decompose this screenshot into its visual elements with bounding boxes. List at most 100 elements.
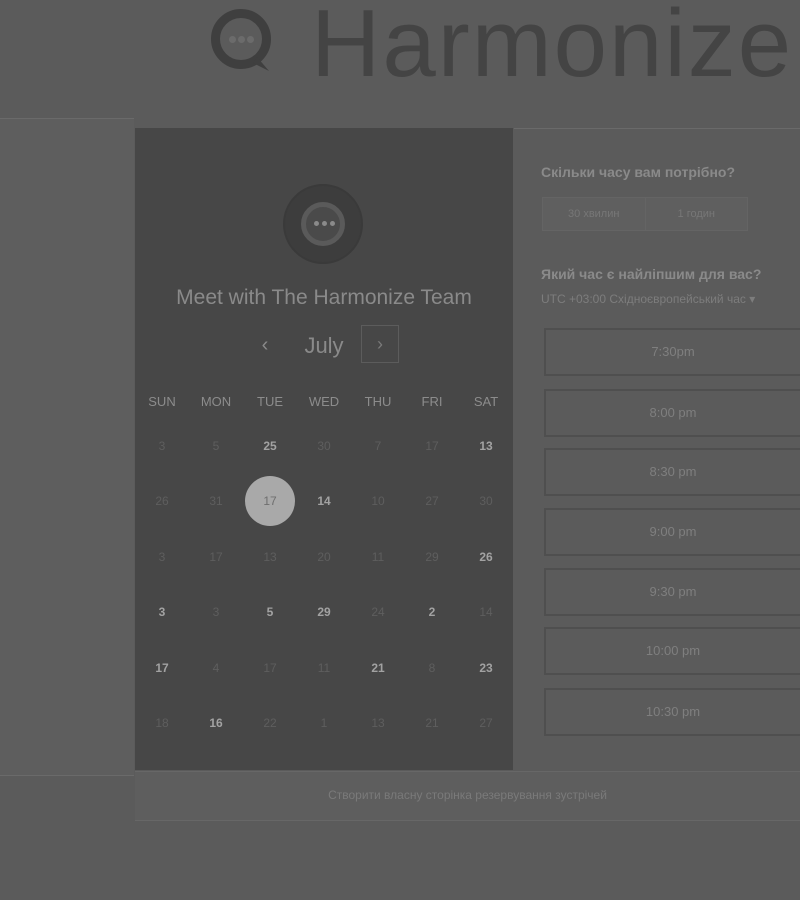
calendar-day: 11 (351, 532, 405, 582)
calendar-day: 7 (351, 421, 405, 471)
calendar-day[interactable]: 25 (243, 421, 297, 471)
calendar-day-number: 8 (428, 660, 436, 675)
calendar-day-number: 24 (371, 605, 385, 620)
previous-month-button[interactable]: ‹ (251, 331, 279, 359)
calendar-day-number: 25 (263, 438, 277, 453)
calendar-day-number: 16 (209, 716, 223, 731)
calendar-day-number: 23 (479, 660, 493, 675)
brand-name: Harmonize (311, 0, 794, 97)
calendar-day: 10 (351, 476, 405, 526)
calendar-week-row: 3 3 5 29 24 2 14 (135, 585, 513, 641)
calendar-day-number: 26 (155, 494, 169, 509)
calendar-day-number: 13 (263, 549, 277, 564)
calendar-day[interactable]: 3 (135, 587, 189, 637)
calendar-day: 27 (459, 698, 513, 748)
calendar-day: 22 (243, 698, 297, 748)
calendar-day: 29 (405, 532, 459, 582)
calendar-day-number: 26 (479, 549, 493, 564)
calendar-day[interactable]: 5 (243, 587, 297, 637)
calendar-day-number: 17 (209, 549, 223, 564)
calendar-day[interactable]: 14 (297, 476, 351, 526)
calendar-day-number: 17 (263, 494, 277, 509)
calendar-day: 20 (297, 532, 351, 582)
time-slot-button[interactable]: 9:30 pm (544, 568, 800, 616)
calendar-day-number: 20 (317, 549, 331, 564)
duration-option-1-hour[interactable]: 1 годин (644, 198, 748, 230)
month-label: July (304, 333, 344, 358)
left-background-strip (0, 118, 134, 776)
calendar-day: 17 (243, 643, 297, 693)
duration-selector: 30 хвилин 1 годин (542, 197, 748, 231)
calendar-day[interactable]: 26 (459, 532, 513, 582)
time-slot-button[interactable]: 10:00 pm (544, 627, 800, 675)
calendar-day-number: 29 (317, 605, 331, 620)
calendar-day-number: 31 (209, 494, 223, 509)
footer-bar: Створити власну сторінка резервування зу… (135, 771, 800, 821)
calendar-day-number: 11 (317, 660, 331, 675)
calendar-day-number: 3 (158, 438, 166, 453)
calendar-day-number: 10 (371, 494, 385, 509)
calendar-day: 21 (405, 698, 459, 748)
calendar-day-number: 17 (263, 660, 277, 675)
duration-question: Скільки часу вам потрібно? (541, 164, 736, 180)
meeting-title: Meet with The Harmonize Team (176, 286, 472, 309)
time-slot-button[interactable]: 8:30 pm (544, 448, 800, 496)
calendar-day-number: 3 (158, 605, 166, 620)
calendar-day[interactable]: 21 (351, 643, 405, 693)
weekday-header: SUN MON TUE WED THU FRI SAT (135, 394, 513, 409)
calendar-day: 3 (135, 421, 189, 471)
calendar-day-number: 27 (479, 716, 493, 731)
calendar-day: 3 (189, 587, 243, 637)
calendar-day: 11 (297, 643, 351, 693)
calendar-day[interactable]: 16 (189, 698, 243, 748)
weekday-label: TUE (257, 394, 283, 409)
calendar-day-number: 11 (371, 549, 385, 564)
duration-option-30-min[interactable]: 30 хвилин (543, 198, 645, 230)
calendar-day-number: 18 (155, 716, 169, 731)
weekday-label: MON (200, 394, 232, 409)
time-slot-button[interactable]: 7:30pm (544, 328, 800, 376)
weekday-label: WED (308, 394, 340, 409)
calendar-day: 8 (405, 643, 459, 693)
time-slot-button[interactable]: 8:00 pm (544, 389, 800, 437)
calendar-day-number: 21 (425, 716, 439, 731)
calendar-day-number: 21 (371, 660, 385, 675)
calendar-day-number: 17 (155, 660, 169, 675)
calendar-week-row: 17 4 17 11 21 8 23 (135, 640, 513, 696)
calendar-day-number: 17 (425, 438, 439, 453)
weekday-label: FRI (421, 394, 443, 409)
calendar-day-selected[interactable]: 17 (243, 476, 297, 527)
calendar-day-number: 13 (371, 716, 385, 731)
team-avatar (283, 184, 363, 264)
calendar-day[interactable]: 2 (405, 587, 459, 637)
harmonize-logo-icon (205, 3, 283, 81)
next-month-button[interactable]: › (361, 325, 399, 363)
calendar-week-row: 18 16 22 1 13 21 27 (135, 696, 513, 752)
calendar-day-number: 2 (428, 605, 436, 620)
calendar-day-number: 3 (158, 549, 166, 564)
calendar-day[interactable]: 17 (135, 643, 189, 693)
calendar-day: 13 (351, 698, 405, 748)
weekday-label: SAT (473, 394, 499, 409)
calendar-day-number: 14 (317, 494, 331, 509)
create-booking-page-link[interactable]: Створити власну сторінка резервування зу… (135, 788, 800, 802)
calendar-day[interactable]: 13 (459, 421, 513, 471)
calendar-day-grid: 3 5 25 30 7 17 13 26 31 17 14 10 27 30 3 17 13 20 11 29 26 3 3… (135, 418, 513, 751)
calendar-day-number: 3 (212, 605, 220, 620)
calendar-day-number: 22 (263, 716, 277, 731)
calendar-day[interactable]: 23 (459, 643, 513, 693)
calendar-day-number: 30 (479, 494, 493, 509)
brand-header: Harmonize (205, 0, 793, 92)
time-slot-button[interactable]: 9:00 pm (544, 508, 800, 556)
calendar-panel: Meet with The Harmonize Team ‹ July › SU… (135, 128, 513, 770)
calendar-day: 4 (189, 643, 243, 693)
calendar-day: 1 (297, 698, 351, 748)
calendar-day: 31 (189, 476, 243, 526)
weekday-label: THU (364, 394, 392, 409)
calendar-day-number: 13 (479, 438, 493, 453)
timezone-dropdown[interactable]: UTC +03:00 Східноєвропейський час ▾ (541, 292, 800, 306)
time-slot-button[interactable]: 10:30 pm (544, 688, 800, 736)
calendar-day-number: 27 (425, 494, 439, 509)
calendar-day[interactable]: 29 (297, 587, 351, 637)
calendar-day: 13 (243, 532, 297, 582)
